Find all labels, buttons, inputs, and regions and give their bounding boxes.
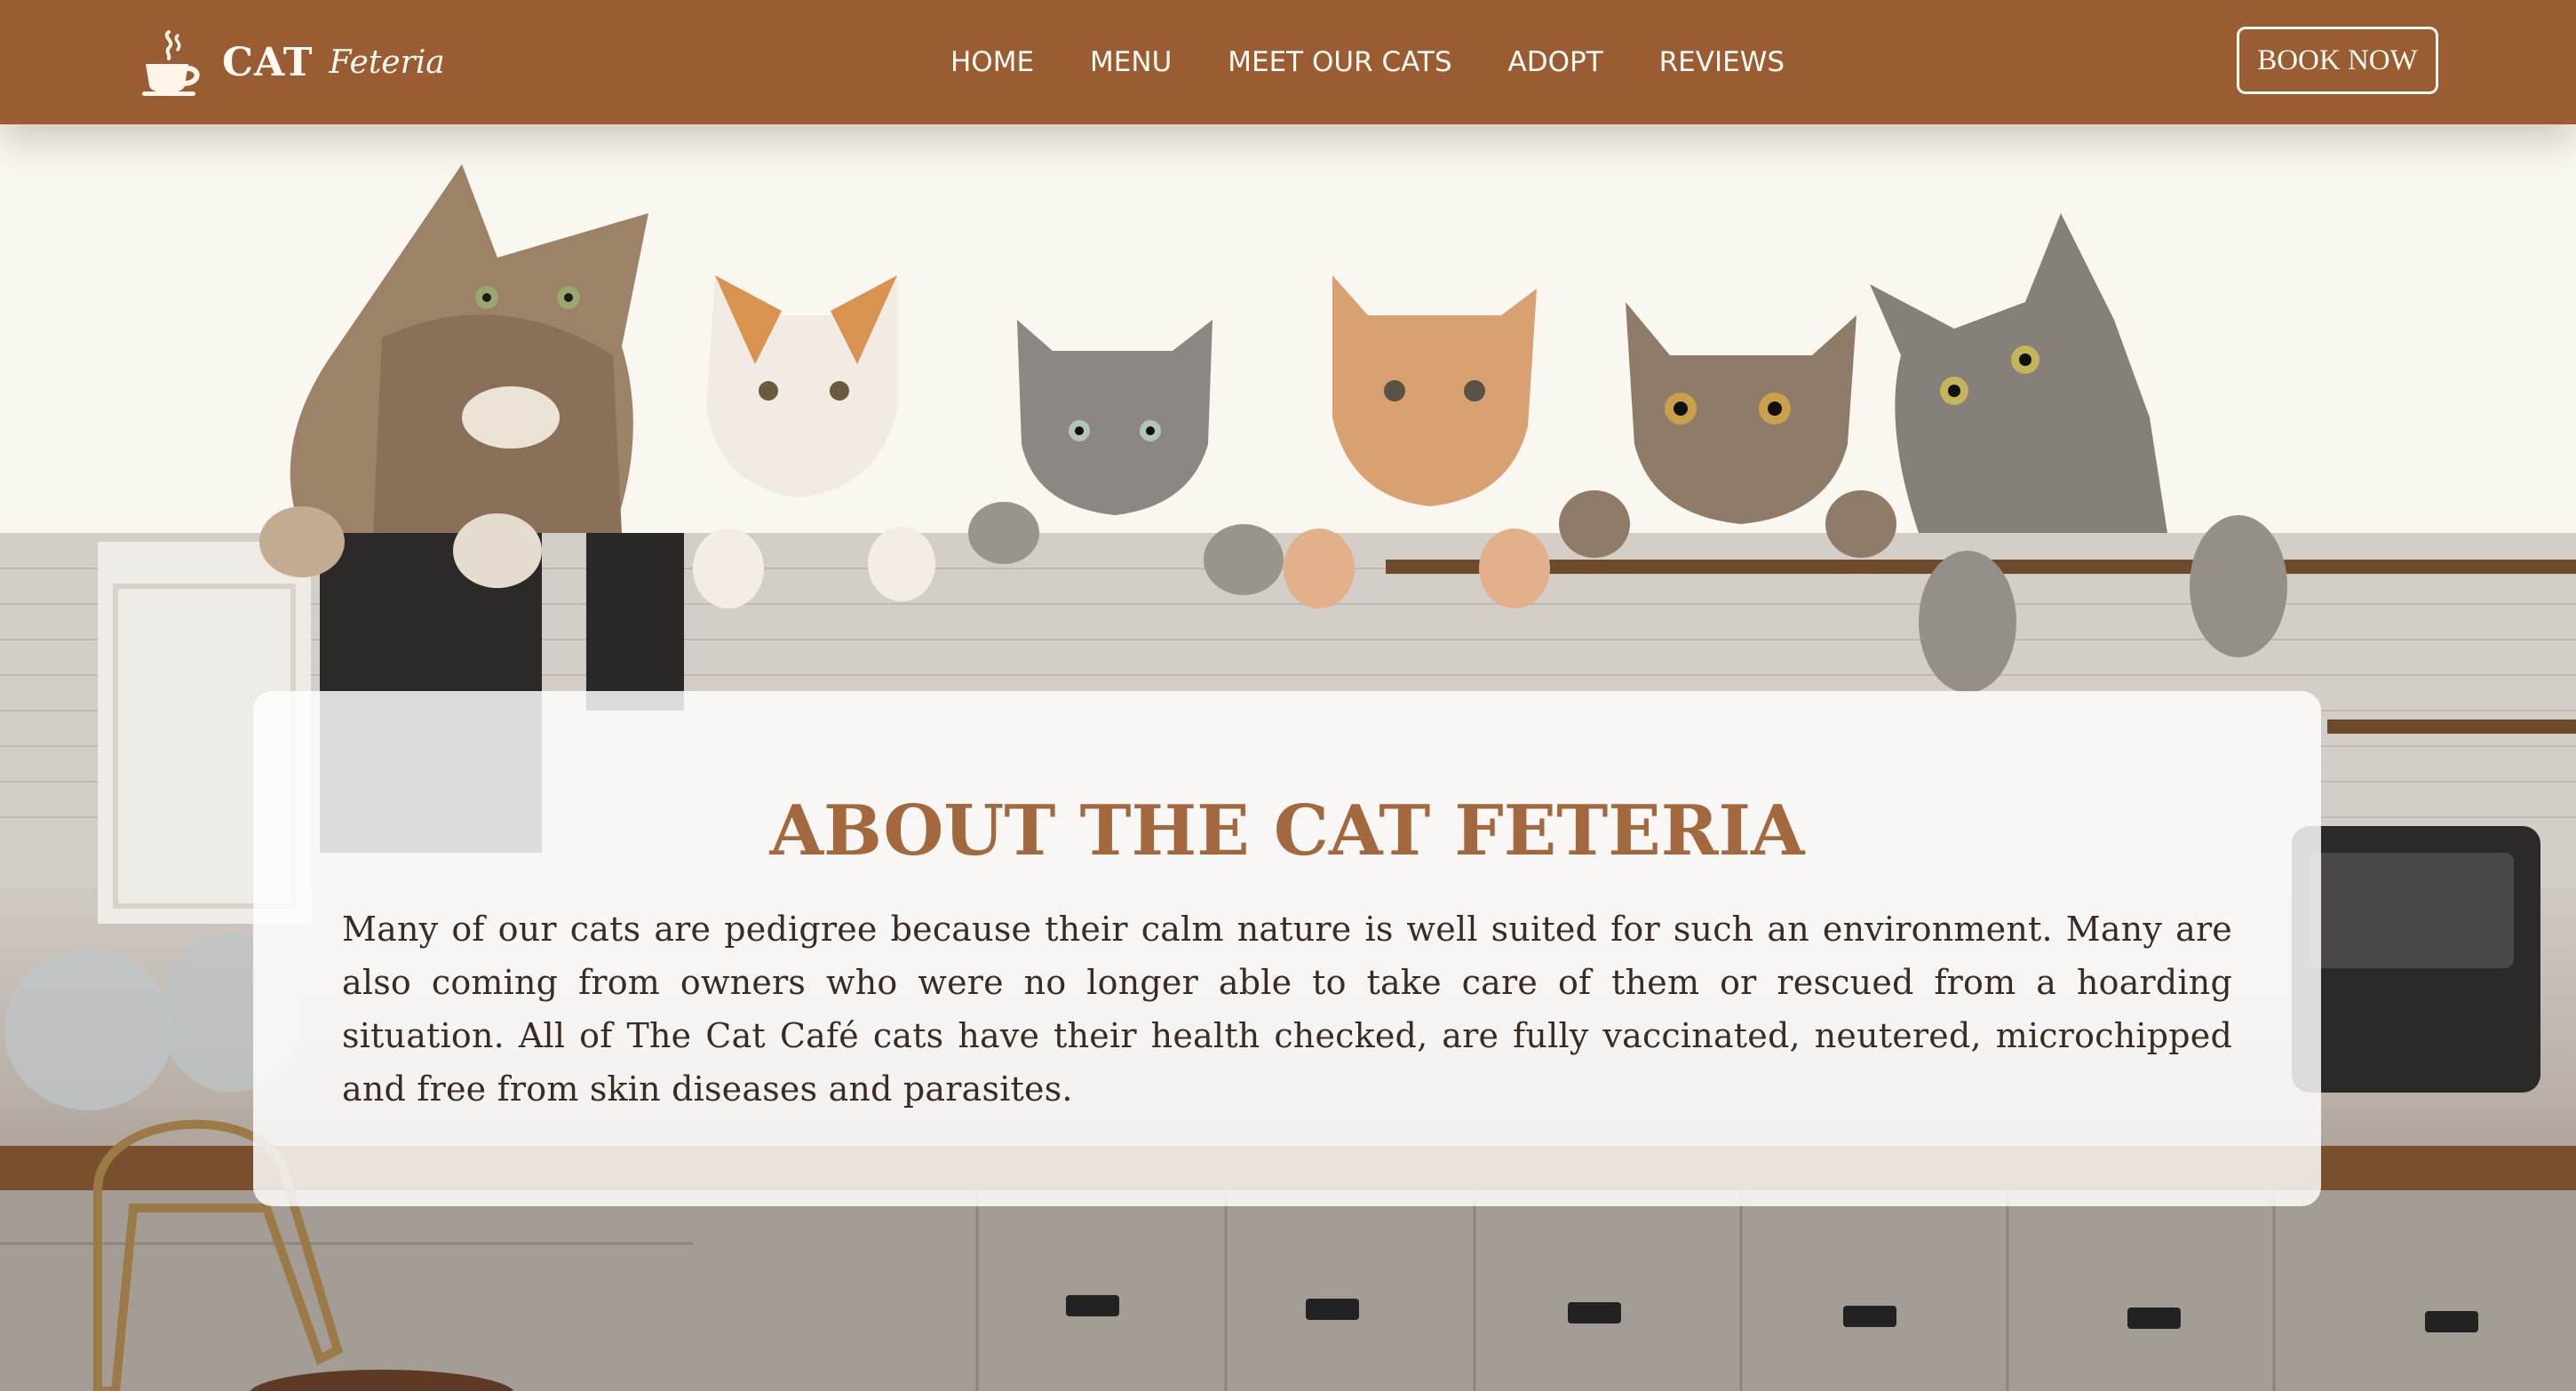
book-now-button[interactable]: BOOK NOW — [2237, 27, 2438, 94]
nav-link-menu[interactable]: MENU — [1090, 46, 1172, 78]
brand-tagline: Feteria — [329, 44, 445, 81]
about-title: ABOUT THE CAT FETERIA — [769, 791, 1805, 871]
top-navbar: CAT Feteria HOME MENU MEET OUR CATS ADOP… — [0, 0, 2576, 124]
about-paragraph: Many of our cats are pedigree because th… — [342, 910, 2232, 1109]
about-section-card: ABOUT THE CAT FETERIA Many of our cats a… — [253, 691, 2321, 1206]
nav-link-adopt[interactable]: ADOPT — [1508, 46, 1603, 78]
nav-link-home[interactable]: HOME — [950, 46, 1034, 78]
hero-top-band — [0, 124, 2576, 533]
nav-link-meet-our-cats[interactable]: MEET OUR CATS — [1228, 46, 1451, 78]
brand-name: CAT — [222, 39, 314, 85]
nav-link-reviews[interactable]: REVIEWS — [1659, 46, 1785, 78]
nav-menu: HOME MENU MEET OUR CATS ADOPT REVIEWS — [950, 0, 1841, 124]
brand-logo[interactable]: CAT Feteria — [142, 25, 445, 99]
coffee-cup-icon — [142, 30, 200, 96]
